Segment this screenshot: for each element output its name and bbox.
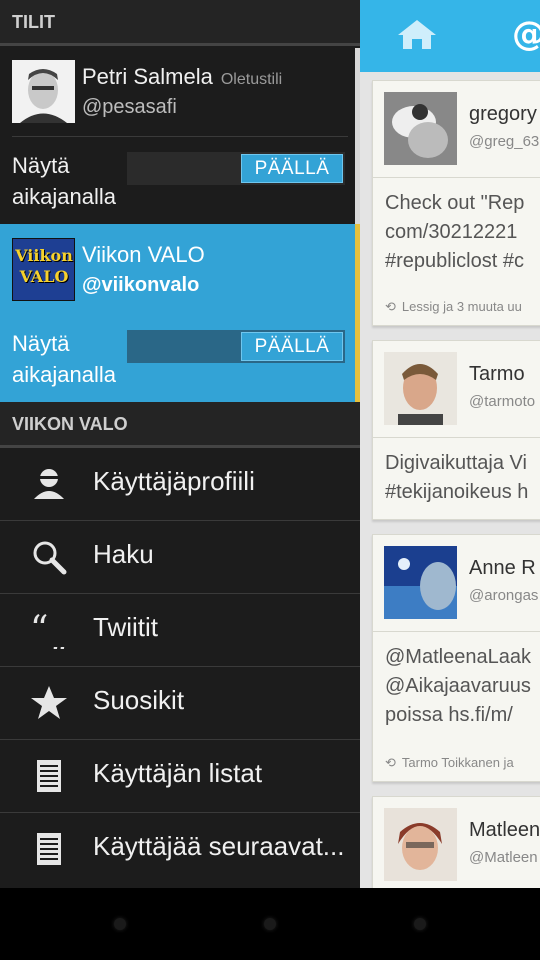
account-name: Petri Salmela Oletustili [82, 64, 282, 90]
tweet-text: @MatleenaLaak @Aikajaavaruus poissa hs.f… [385, 646, 531, 726]
home-button[interactable] [264, 918, 276, 930]
timeline[interactable]: @ gregory @greg_63 Check out "Rep com/30… [360, 0, 540, 888]
tweet-avatar[interactable] [384, 546, 457, 619]
system-navigation-bar [0, 888, 540, 960]
tweet-author-name: gregory [469, 103, 537, 125]
avatar-logo-text: Viikon VALO [15, 246, 73, 286]
show-on-timeline-toggle[interactable]: PÄÄLLÄ [127, 152, 345, 185]
account-section-header: VIIKON VALO [0, 402, 360, 448]
default-account-badge: Oletustili [220, 71, 283, 88]
tweet-avatar[interactable] [384, 808, 457, 881]
menu-item-label: Haku [93, 539, 154, 569]
retweet-icon: ⟲ [385, 299, 396, 314]
menu-item-tweets[interactable]: “„ Twiitit [0, 594, 360, 667]
tweet-author-handle: @arongas [469, 587, 539, 604]
user-icon [34, 469, 64, 499]
list-icon [37, 833, 61, 865]
show-on-timeline-label: Näytä aikajanalla [12, 331, 116, 387]
menu-item-label: Käyttäjää seuraavat... [93, 831, 345, 861]
show-on-timeline-toggle[interactable]: PÄÄLLÄ [127, 330, 345, 363]
svg-text:„: „ [49, 619, 68, 649]
retweet-info: ⟲ Tarmo Toikkanen ja [385, 755, 514, 771]
tweet-card[interactable]: Tarmo @tarmoto Digivaikuttaja Vi #tekija… [372, 340, 540, 520]
search-icon [33, 541, 67, 575]
tweet-author-handle: @Matleen [469, 849, 538, 866]
menu-item-label: Käyttäjäprofiili [93, 466, 255, 496]
tweet-avatar[interactable] [384, 352, 457, 425]
menu-item-user-lists[interactable]: Käyttäjän listat [0, 740, 360, 813]
retweet-text: Tarmo Toikkanen ja [401, 755, 514, 770]
action-bar: @ [360, 0, 540, 72]
menu-item-label: Twiitit [93, 612, 158, 642]
divider [373, 437, 540, 438]
account-name-text: Viikon VALO [82, 242, 205, 267]
account-name-text: Petri Salmela [82, 64, 213, 89]
tweet-card[interactable]: Anne R @arongas @MatleenaLaak @Aikajaava… [372, 534, 540, 782]
retweet-info: ⟲ Lessig ja 3 muuta uu [385, 299, 522, 315]
selection-indicator [355, 224, 360, 402]
tweet-author-name: Matleen [469, 819, 540, 841]
divider [373, 631, 540, 632]
tweet-card[interactable]: Matleen @Matleen [372, 796, 540, 888]
tweet-author-handle: @greg_63 [469, 133, 540, 150]
list-icon [37, 760, 61, 792]
menu-item-search[interactable]: Haku [0, 521, 360, 594]
tweet-card[interactable]: gregory @greg_63 Check out "Rep com/3021… [372, 80, 540, 326]
account-handle: @pesasafi [82, 96, 177, 118]
tweet-text: Check out "Rep com/30212221 #republiclos… [385, 192, 525, 272]
show-on-timeline-label: Näytä aikajanalla [12, 153, 116, 209]
back-button[interactable] [114, 918, 126, 930]
recents-button[interactable] [414, 918, 426, 930]
account-handle: @viikonvalo [82, 274, 200, 296]
tweet-avatar[interactable] [384, 92, 457, 165]
toggle-on-label: PÄÄLLÄ [241, 154, 343, 183]
tweet-author-handle: @tarmoto [469, 393, 536, 410]
mentions-icon[interactable]: @ [512, 14, 540, 54]
tweet-text: Digivaikuttaja Vi #tekijanoikeus h [385, 452, 529, 503]
account-avatar[interactable]: Viikon VALO [12, 238, 75, 301]
menu-item-label: Käyttäjän listat [93, 758, 263, 788]
menu-item-followers[interactable]: Käyttäjää seuraavat... [0, 813, 360, 886]
retweet-text: Lessig ja 3 muuta uu [401, 299, 522, 314]
app-screen: @ gregory @greg_63 Check out "Rep com/30… [0, 0, 540, 960]
tweet-author-name: Anne R [469, 557, 536, 579]
navigation-drawer[interactable]: TILIT Petri Salmela Oletustili @pesasafi … [0, 0, 360, 888]
star-icon [31, 686, 67, 719]
tweet-author-name: Tarmo [469, 363, 525, 385]
svg-text:“: “ [30, 611, 48, 649]
accounts-header: TILIT [0, 0, 360, 46]
account-menu: Käyttäjäprofiili Haku “„ Twiitit Suosiki… [0, 448, 360, 886]
toggle-on-label: PÄÄLLÄ [241, 332, 343, 361]
account-item[interactable]: Petri Salmela Oletustili @pesasafi Näytä … [0, 46, 360, 226]
quote-icon: “„ [30, 611, 68, 649]
divider [373, 177, 540, 178]
account-item-selected[interactable]: Viikon VALO Viikon VALO @viikonvalo Näyt… [0, 224, 360, 402]
menu-item-label: Suosikit [93, 685, 185, 715]
menu-item-favorites[interactable]: Suosikit [0, 667, 360, 740]
account-avatar[interactable] [12, 60, 75, 123]
account-name: Viikon VALO [82, 242, 205, 268]
menu-item-user-profile[interactable]: Käyttäjäprofiili [0, 448, 360, 521]
retweet-icon: ⟲ [385, 755, 396, 770]
divider [12, 136, 348, 137]
scrollbar[interactable] [355, 48, 360, 226]
home-icon[interactable] [396, 18, 438, 50]
